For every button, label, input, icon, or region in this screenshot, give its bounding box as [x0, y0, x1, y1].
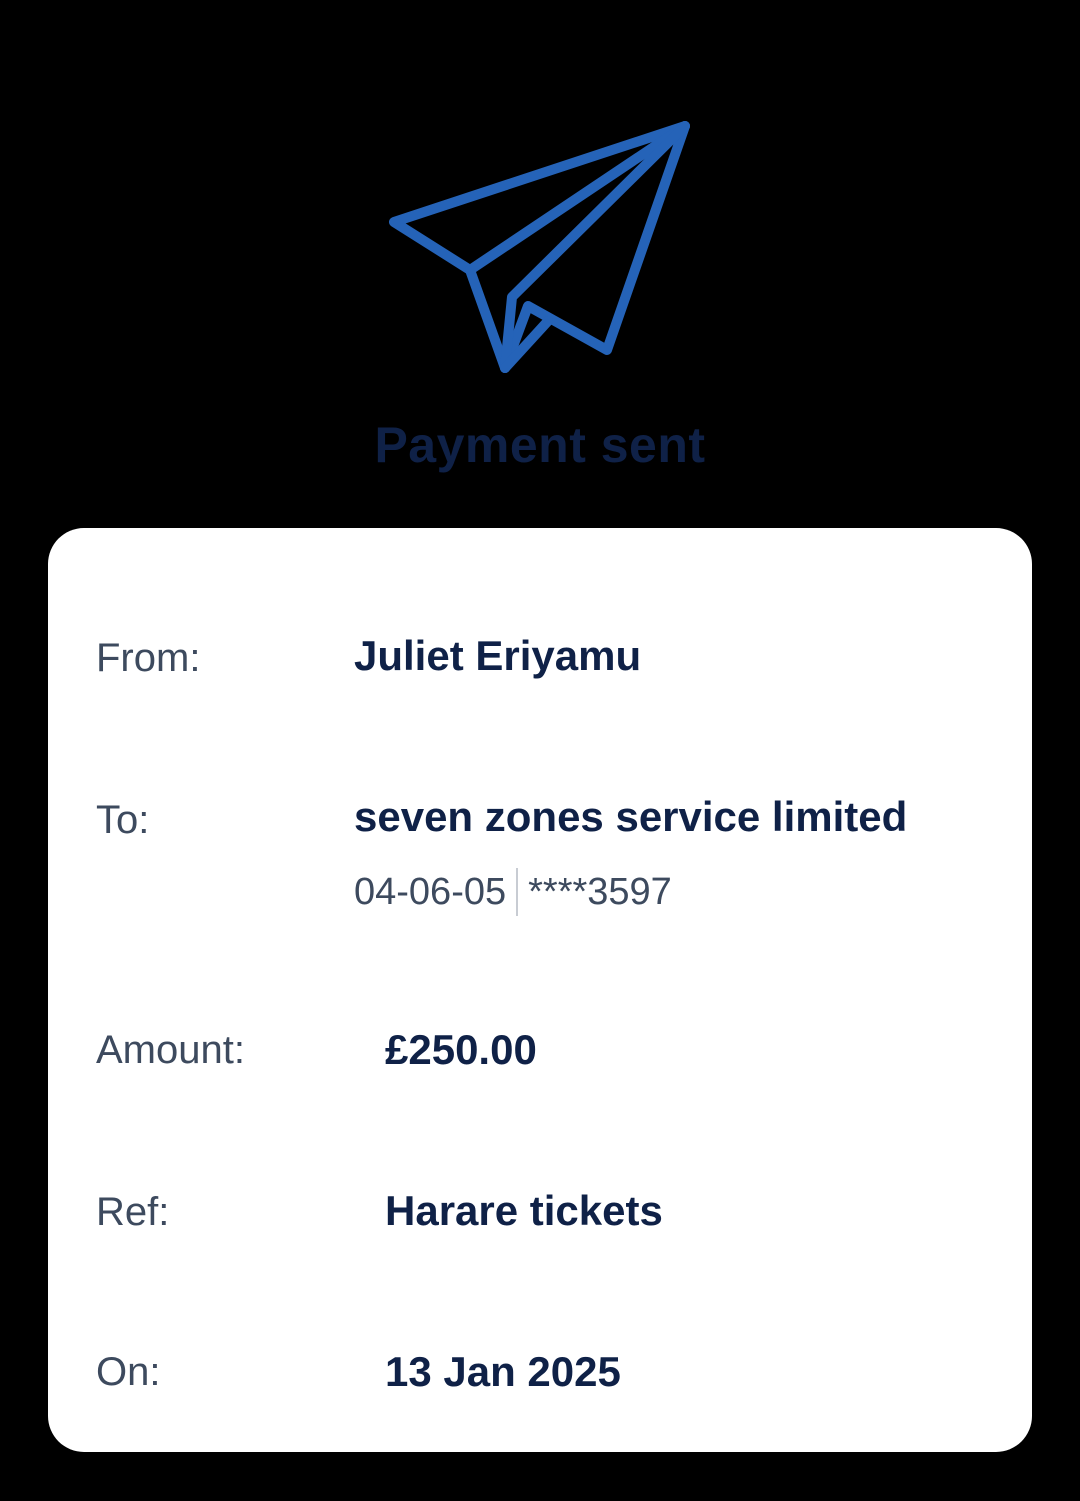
amount-value: £250.00 [385, 1026, 537, 1073]
on-value: 13 Jan 2025 [385, 1348, 621, 1395]
page-title: Payment sent [374, 417, 706, 473]
from-label: From: [96, 636, 201, 680]
account-details: 04-06-05 ****3597 [354, 868, 672, 916]
on-label: On: [96, 1350, 161, 1394]
from-value: Juliet Eriyamu [354, 632, 642, 679]
account-divider [516, 868, 519, 916]
ref-value: Harare tickets [385, 1187, 663, 1234]
to-value: seven zones service limited [354, 793, 908, 840]
paper-plane-icon [380, 110, 700, 390]
ref-label: Ref: [96, 1190, 170, 1234]
payment-details-card: From: Juliet Eriyamu To: seven zones ser… [48, 528, 1032, 1452]
account-number: ****3597 [528, 870, 672, 913]
sort-code: 04-06-05 [354, 870, 507, 913]
to-label: To: [96, 798, 150, 842]
amount-label: Amount: [96, 1028, 245, 1072]
